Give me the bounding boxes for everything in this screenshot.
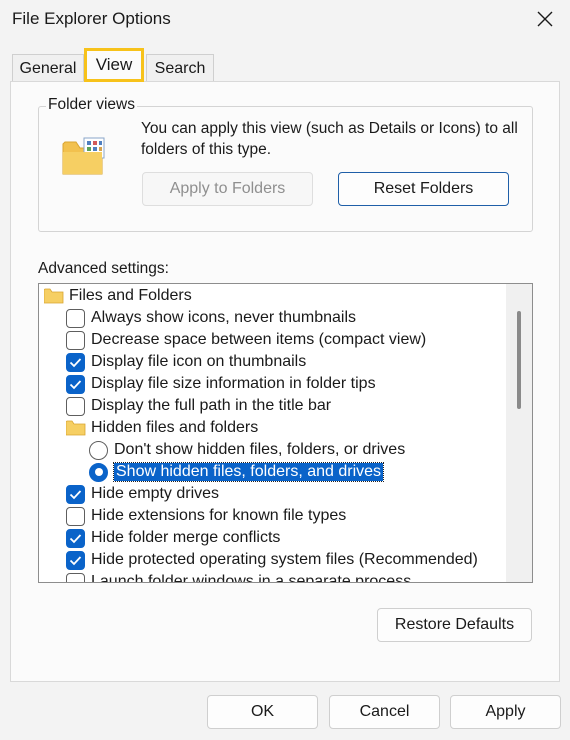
setting-hide-extensions[interactable]: Hide extensions for known file types [66, 505, 346, 527]
restore-defaults-button[interactable]: Restore Defaults [377, 608, 532, 642]
folder-icon [44, 288, 64, 304]
checkmark-icon [69, 379, 82, 389]
folder-view-icon [62, 137, 105, 175]
checkbox[interactable] [66, 572, 85, 582]
setting-label: Display the full path in the title bar [91, 397, 332, 414]
setting-full-path-title[interactable]: Display the full path in the title bar [66, 395, 331, 417]
setting-label: Hide empty drives [91, 485, 220, 502]
folder-views-legend: Folder views [46, 96, 137, 114]
list-item-files-and-folders: Files and Folders [44, 285, 192, 307]
setting-always-show-icons[interactable]: Always show icons, never thumbnails [66, 307, 356, 329]
reset-folders-button[interactable]: Reset Folders [338, 172, 509, 206]
checkbox[interactable] [66, 396, 85, 416]
setting-dont-show-hidden[interactable]: Don't show hidden files, folders, or dri… [89, 439, 405, 461]
setting-separate-process[interactable]: Launch folder windows in a separate proc… [66, 571, 412, 583]
checkbox-checked[interactable] [66, 550, 85, 570]
close-icon [537, 11, 553, 27]
checkmark-icon [69, 555, 82, 565]
checkbox-checked[interactable] [66, 528, 85, 548]
folder-icon [66, 420, 86, 436]
setting-hide-empty-drives[interactable]: Hide empty drives [66, 483, 219, 505]
radio-button[interactable] [89, 440, 108, 460]
checkbox-checked[interactable] [66, 352, 85, 372]
checkbox[interactable] [66, 330, 85, 350]
setting-label: Launch folder windows in a separate proc… [91, 573, 412, 583]
setting-label: Don't show hidden files, folders, or dri… [114, 441, 406, 458]
setting-label: Hide extensions for known file types [91, 507, 347, 524]
window-title: File Explorer Options [12, 9, 171, 28]
tab-general[interactable]: General [12, 54, 84, 82]
list-item-hidden-files-folder: Hidden files and folders [66, 417, 258, 439]
setting-label: Display file icon on thumbnails [91, 353, 307, 370]
close-button[interactable] [524, 2, 566, 36]
checkbox-checked[interactable] [66, 484, 85, 504]
setting-hide-merge-conflicts[interactable]: Hide folder merge conflicts [66, 527, 280, 549]
checkmark-icon [69, 357, 82, 367]
setting-label: Display file size information in folder … [91, 375, 376, 392]
list-item-label: Hidden files and folders [91, 419, 259, 436]
setting-label: Decrease space between items (compact vi… [91, 331, 427, 348]
title-bar: File Explorer Options [0, 0, 570, 40]
tab-view[interactable]: View [84, 48, 144, 82]
apply-to-folders-button[interactable]: Apply to Folders [142, 172, 313, 206]
advanced-settings-label: Advanced settings: [38, 260, 169, 277]
list-item-label: Files and Folders [69, 287, 192, 304]
checkmark-icon [69, 489, 82, 499]
setting-file-size-tips[interactable]: Display file size information in folder … [66, 373, 376, 395]
checkbox-checked[interactable] [66, 374, 85, 394]
checkmark-icon [69, 533, 82, 543]
checkbox[interactable] [66, 506, 85, 526]
vertical-scrollbar[interactable] [506, 284, 532, 582]
scrollbar-thumb[interactable] [517, 311, 521, 409]
setting-label: Hide folder merge conflicts [91, 529, 281, 546]
setting-hide-protected-os-files[interactable]: Hide protected operating system files (R… [66, 549, 478, 571]
setting-file-icon-thumbnails[interactable]: Display file icon on thumbnails [66, 351, 306, 373]
tab-search[interactable]: Search [146, 54, 214, 82]
ok-button[interactable]: OK [207, 695, 318, 729]
setting-show-hidden[interactable]: Show hidden files, folders, and drives [89, 461, 385, 483]
setting-compact-view[interactable]: Decrease space between items (compact vi… [66, 329, 426, 351]
advanced-settings-list[interactable]: Files and Folders Always show icons, nev… [38, 283, 533, 583]
apply-button[interactable]: Apply [450, 695, 561, 729]
radio-button-selected[interactable] [89, 462, 108, 482]
setting-label-selected: Show hidden files, folders, and drives [112, 462, 385, 482]
folder-views-description: You can apply this view (such as Details… [141, 120, 518, 158]
cancel-button[interactable]: Cancel [329, 695, 440, 729]
checkbox[interactable] [66, 308, 85, 328]
setting-label: Hide protected operating system files (R… [91, 551, 478, 568]
setting-label: Always show icons, never thumbnails [91, 309, 357, 326]
